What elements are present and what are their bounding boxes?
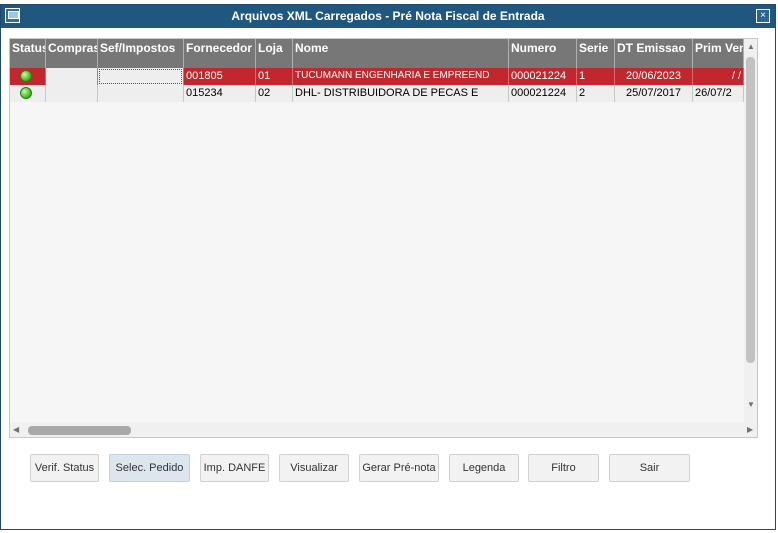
numero-cell[interactable]: 000021224: [509, 85, 577, 102]
column-header-numero[interactable]: Numero: [509, 39, 577, 68]
column-header-serie[interactable]: Serie: [577, 39, 615, 68]
imp-danfe-button[interactable]: Imp. DANFE: [200, 454, 269, 482]
fornecedor-cell[interactable]: 001805: [184, 68, 256, 85]
close-icon[interactable]: ×: [756, 9, 770, 23]
prim-ven-cell[interactable]: / /: [693, 68, 744, 85]
compras-cell[interactable]: [46, 68, 98, 85]
scroll-up-icon[interactable]: ▲: [747, 42, 755, 51]
verif-status-button[interactable]: Verif. Status: [30, 454, 99, 482]
xml-files-grid: Status Compras Sef/Impostos Fornecedor L…: [9, 38, 758, 438]
column-header-fornecedor[interactable]: Fornecedor: [184, 39, 256, 68]
filtro-button[interactable]: Filtro: [528, 454, 599, 482]
loja-cell[interactable]: 01: [256, 68, 293, 85]
sef-impostos-cell[interactable]: [98, 85, 184, 102]
visualizar-button[interactable]: Visualizar: [279, 454, 349, 482]
compras-cell[interactable]: [46, 85, 98, 102]
sef-impostos-cell[interactable]: [98, 68, 184, 85]
gerar-pre-nota-button[interactable]: Gerar Pré-nota: [359, 454, 439, 482]
nome-cell[interactable]: TUCUMANN ENGENHARIA E EMPREEND: [293, 68, 509, 85]
table-row[interactable]: 001805 01 TUCUMANN ENGENHARIA E EMPREEND…: [10, 68, 744, 85]
scroll-right-icon[interactable]: ▶: [747, 425, 753, 434]
sair-button[interactable]: Sair: [609, 454, 690, 482]
title-bar[interactable]: Arquivos XML Carregados - Pré Nota Fisca…: [1, 5, 775, 28]
grid-header: Status Compras Sef/Impostos Fornecedor L…: [10, 39, 744, 68]
column-header-dt-emissao[interactable]: DT Emissao: [615, 39, 693, 68]
horizontal-scroll-thumb[interactable]: [28, 426, 131, 435]
dt-emissao-cell[interactable]: 25/07/2017: [615, 85, 693, 102]
column-header-sef-impostos[interactable]: Sef/Impostos: [98, 39, 184, 68]
scroll-left-icon[interactable]: ◀: [13, 425, 19, 434]
status-cell: [10, 85, 46, 102]
serie-cell[interactable]: 2: [577, 85, 615, 102]
column-header-status[interactable]: Status: [10, 39, 46, 68]
fornecedor-cell[interactable]: 015234: [184, 85, 256, 102]
cell-focus-indicator: [99, 69, 182, 84]
green-dot-icon: [20, 87, 32, 99]
horizontal-scrollbar[interactable]: ◀ ▶: [10, 422, 757, 437]
green-dot-icon: [20, 70, 32, 82]
serie-cell[interactable]: 1: [577, 68, 615, 85]
window-title: Arquivos XML Carregados - Pré Nota Fisca…: [231, 9, 545, 23]
nome-cell[interactable]: DHL- DISTRIBUIDORA DE PECAS E: [293, 85, 509, 102]
legenda-button[interactable]: Legenda: [449, 454, 519, 482]
column-header-loja[interactable]: Loja: [256, 39, 293, 68]
vertical-scroll-thumb[interactable]: [746, 57, 755, 363]
numero-cell[interactable]: 000021224: [509, 68, 577, 85]
column-header-nome[interactable]: Nome: [293, 39, 509, 68]
selec-pedido-button[interactable]: Selec. Pedido: [109, 454, 190, 482]
vertical-scrollbar[interactable]: ▲ ▼: [744, 39, 757, 422]
loja-cell[interactable]: 02: [256, 85, 293, 102]
table-row[interactable]: 015234 02 DHL- DISTRIBUIDORA DE PECAS E …: [10, 85, 744, 102]
column-header-compras[interactable]: Compras: [46, 39, 98, 68]
dt-emissao-cell[interactable]: 20/06/2023: [615, 68, 693, 85]
scroll-down-icon[interactable]: ▼: [747, 400, 755, 409]
column-header-prim-ven[interactable]: Prim Ven: [693, 39, 744, 68]
prim-ven-cell[interactable]: 26/07/2: [693, 85, 744, 102]
status-cell: [10, 68, 46, 85]
